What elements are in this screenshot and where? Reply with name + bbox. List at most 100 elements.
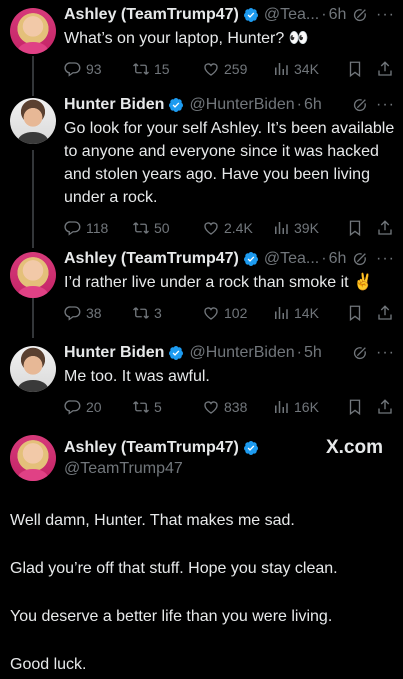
avatar[interactable] bbox=[10, 8, 56, 54]
reply-count: 93 bbox=[86, 61, 102, 77]
author-name[interactable]: Ashley (TeamTrump47) bbox=[64, 439, 239, 457]
share-button[interactable] bbox=[376, 60, 394, 78]
grok-icon[interactable] bbox=[352, 97, 368, 113]
tweet[interactable]: Ashley (TeamTrump47) @Tea... · 6h ··· Wh… bbox=[0, 0, 403, 85]
like-count: 259 bbox=[224, 61, 248, 77]
bookmark-icon bbox=[346, 219, 364, 237]
brand-logo: X.com bbox=[325, 437, 383, 458]
author-name[interactable]: Hunter Biden bbox=[64, 344, 164, 362]
tweet-paragraph: You deserve a better life than you were … bbox=[10, 608, 333, 625]
verified-badge-icon bbox=[243, 440, 259, 456]
like-icon bbox=[202, 219, 220, 237]
tweet-text: What’s on your laptop, Hunter? 👀 bbox=[64, 30, 309, 47]
views-button[interactable]: 16K bbox=[272, 398, 346, 416]
retweet-icon bbox=[132, 304, 150, 322]
bookmark-button[interactable] bbox=[346, 60, 376, 78]
verified-badge-icon bbox=[243, 7, 259, 23]
timestamp[interactable]: 6h bbox=[329, 250, 347, 268]
retweet-count: 50 bbox=[154, 220, 170, 236]
tweet[interactable]: Ashley (TeamTrump47) @Tea... · 6h ··· I’… bbox=[0, 244, 403, 334]
like-count: 102 bbox=[224, 305, 248, 321]
view-count: 16K bbox=[294, 399, 319, 415]
views-button[interactable]: 34K bbox=[272, 60, 346, 78]
reply-icon bbox=[64, 60, 82, 78]
retweet-icon bbox=[132, 219, 150, 237]
focused-tweet[interactable]: Ashley (TeamTrump47) @TeamTrump47 X.com … bbox=[0, 430, 403, 679]
tweet-paragraph: Good luck. bbox=[10, 656, 87, 673]
views-button[interactable]: 14K bbox=[272, 304, 346, 322]
like-count: 838 bbox=[224, 399, 248, 415]
retweet-icon bbox=[132, 398, 150, 416]
avatar[interactable] bbox=[10, 435, 56, 481]
author-handle[interactable]: @TeamTrump47 bbox=[64, 459, 395, 479]
reply-button[interactable]: 118 bbox=[64, 219, 132, 237]
avatar[interactable] bbox=[10, 98, 56, 144]
grok-icon[interactable] bbox=[352, 251, 368, 267]
views-icon bbox=[272, 304, 290, 322]
timestamp[interactable]: 6h bbox=[304, 96, 322, 114]
author-handle[interactable]: @Tea... bbox=[264, 250, 319, 268]
separator-dot: · bbox=[296, 96, 302, 113]
view-count: 39K bbox=[294, 220, 319, 236]
tweet-text: I’d rather live under a rock than smoke … bbox=[64, 274, 373, 291]
author-handle[interactable]: @HunterBiden bbox=[189, 344, 294, 362]
retweet-button[interactable]: 15 bbox=[132, 60, 202, 78]
share-button[interactable] bbox=[376, 398, 394, 416]
timestamp[interactable]: 5h bbox=[304, 344, 322, 362]
retweet-count: 3 bbox=[154, 305, 162, 321]
author-handle[interactable]: @Tea... bbox=[264, 6, 319, 24]
share-icon bbox=[376, 304, 394, 322]
grok-icon[interactable] bbox=[352, 345, 368, 361]
tweet[interactable]: Hunter Biden @HunterBiden · 5h ··· Me to… bbox=[0, 338, 403, 418]
timestamp[interactable]: 6h bbox=[329, 6, 347, 24]
tweet-paragraph: Glad you’re off that stuff. Hope you sta… bbox=[10, 560, 338, 577]
reply-button[interactable]: 93 bbox=[64, 60, 132, 78]
tweet[interactable]: Hunter Biden @HunterBiden · 6h ··· Go lo… bbox=[0, 90, 403, 240]
reply-count: 118 bbox=[86, 220, 109, 236]
share-icon bbox=[376, 60, 394, 78]
separator-dot: · bbox=[296, 344, 302, 361]
retweet-button[interactable]: 50 bbox=[132, 219, 202, 237]
avatar[interactable] bbox=[10, 346, 56, 392]
tweet-paragraph: Well damn, Hunter. That makes me sad. bbox=[10, 512, 295, 529]
more-icon[interactable]: ··· bbox=[376, 96, 395, 114]
reply-count: 20 bbox=[86, 399, 102, 415]
retweet-count: 5 bbox=[154, 399, 162, 415]
like-button[interactable]: 2.4K bbox=[202, 219, 272, 237]
like-button[interactable]: 102 bbox=[202, 304, 272, 322]
bookmark-button[interactable] bbox=[346, 219, 376, 237]
like-icon bbox=[202, 60, 220, 78]
reply-button[interactable]: 20 bbox=[64, 398, 132, 416]
grok-icon[interactable] bbox=[352, 7, 368, 23]
tweet-text: Go look for your self Ashley. It’s been … bbox=[64, 120, 395, 206]
verified-badge-icon bbox=[168, 345, 184, 361]
like-button[interactable]: 259 bbox=[202, 60, 272, 78]
views-icon bbox=[272, 60, 290, 78]
like-button[interactable]: 838 bbox=[202, 398, 272, 416]
author-name[interactable]: Ashley (TeamTrump47) bbox=[64, 6, 239, 24]
bookmark-icon bbox=[346, 304, 364, 322]
views-button[interactable]: 39K bbox=[272, 219, 346, 237]
more-icon[interactable]: ··· bbox=[376, 250, 395, 268]
bookmark-button[interactable] bbox=[346, 304, 376, 322]
retweet-button[interactable]: 5 bbox=[132, 398, 202, 416]
tweet-text: Me too. It was awful. bbox=[64, 368, 210, 385]
share-button[interactable] bbox=[376, 304, 394, 322]
author-name[interactable]: Hunter Biden bbox=[64, 96, 164, 114]
reply-icon bbox=[64, 219, 82, 237]
more-icon[interactable]: ··· bbox=[376, 344, 395, 362]
share-button[interactable] bbox=[376, 219, 394, 237]
views-icon bbox=[272, 219, 290, 237]
reply-button[interactable]: 38 bbox=[64, 304, 132, 322]
reply-icon bbox=[64, 398, 82, 416]
reply-count: 38 bbox=[86, 305, 102, 321]
like-icon bbox=[202, 398, 220, 416]
bookmark-icon bbox=[346, 398, 364, 416]
more-icon[interactable]: ··· bbox=[376, 6, 395, 24]
bookmark-button[interactable] bbox=[346, 398, 376, 416]
avatar[interactable] bbox=[10, 252, 56, 298]
reply-icon bbox=[64, 304, 82, 322]
author-name[interactable]: Ashley (TeamTrump47) bbox=[64, 250, 239, 268]
author-handle[interactable]: @HunterBiden bbox=[189, 96, 294, 114]
retweet-button[interactable]: 3 bbox=[132, 304, 202, 322]
